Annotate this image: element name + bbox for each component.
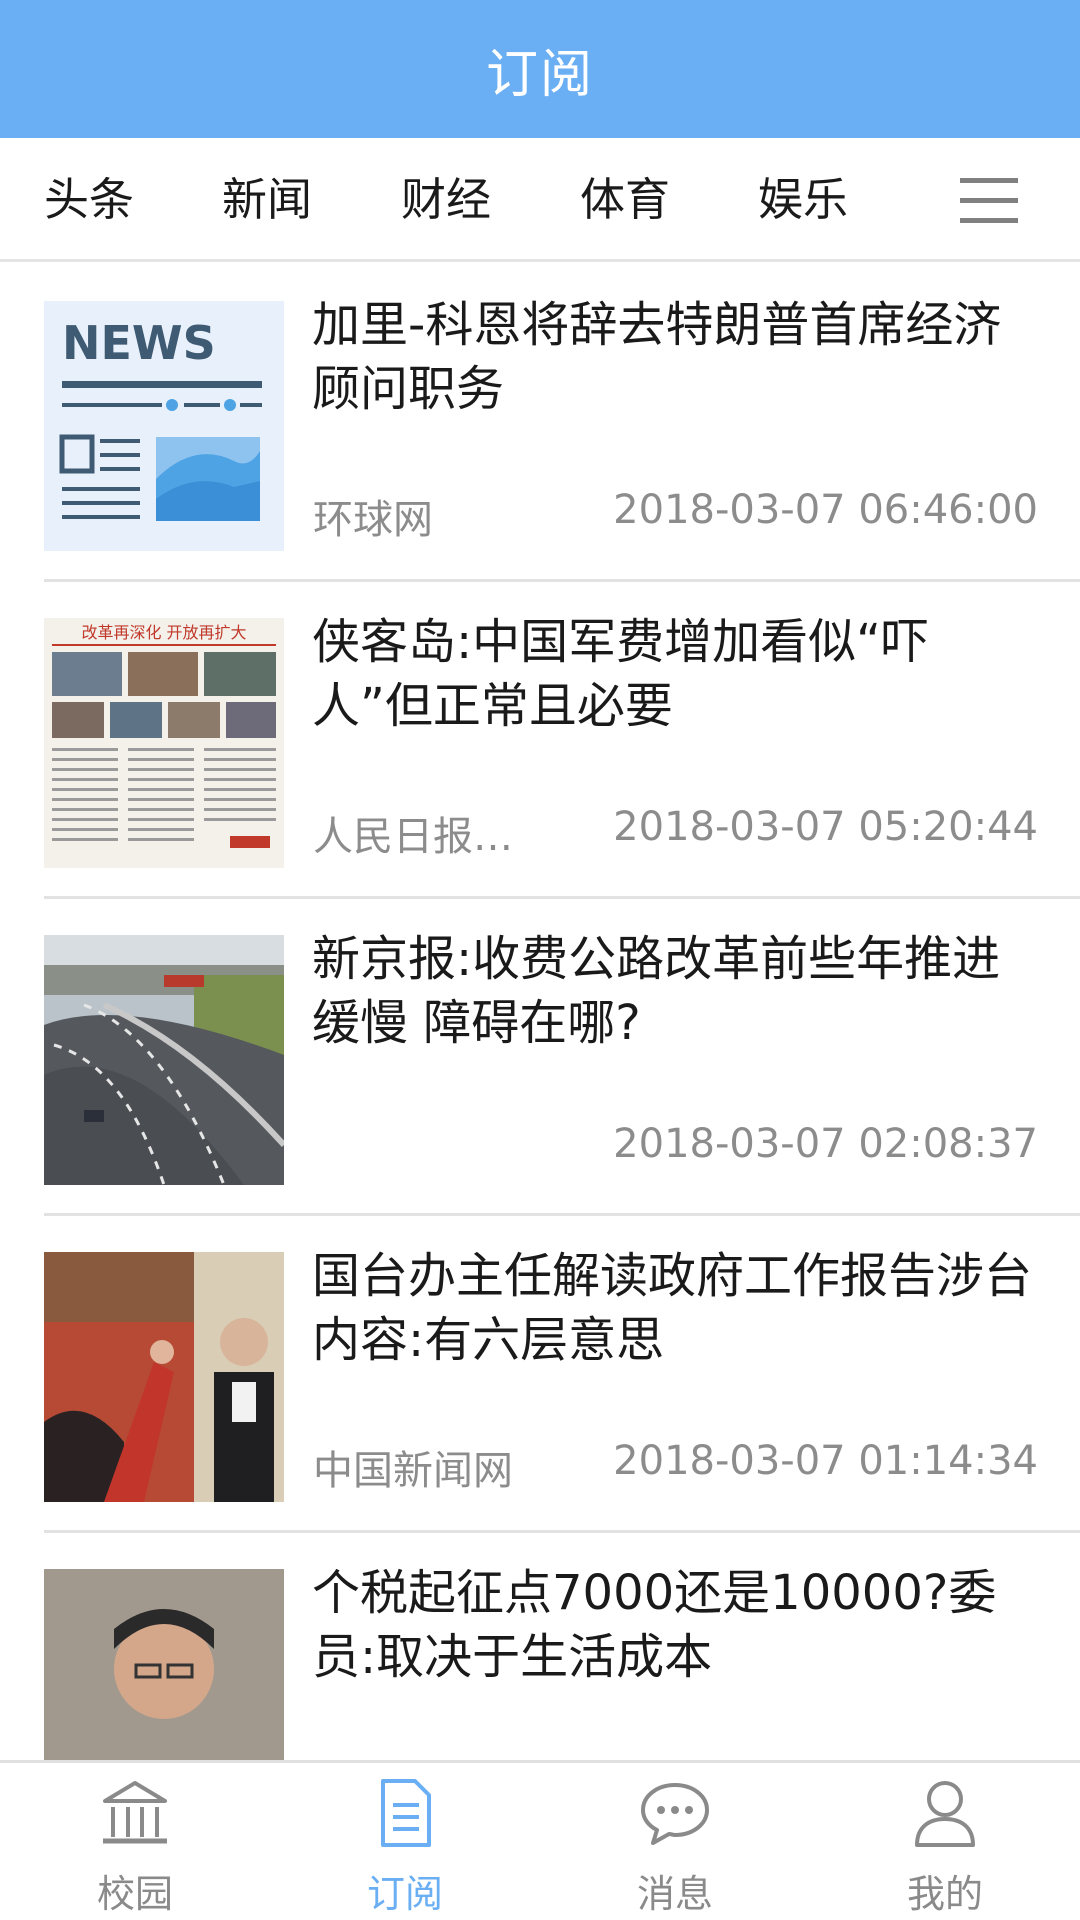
chat-bubble-icon [641,1783,709,1845]
news-title: 侠客岛:中国军费增加看似“吓人”但正常且必要 [312,614,930,734]
news-title: 个税起征点7000还是10000?委员:取决于生活成本 [312,1565,997,1685]
building-icon [103,1781,167,1844]
nav-label: 消息 [636,1872,713,1916]
tab-sports[interactable]: 体育 [580,138,670,262]
news-timestamp: 2018-03-07 05:20:44 [613,804,1038,850]
news-item[interactable]: NEWS 加里-科恩将辞去特朗普首席经济顾问职务 环球网 2018-03-07 … [0,265,1080,582]
nav-subscribe[interactable]: 订阅 [305,1763,505,1920]
news-item[interactable]: 个税起征点7000还是10000?委员:取决于生活成本 [0,1533,1080,1760]
news-timestamp: 2018-03-07 02:08:37 [613,1121,1038,1167]
news-source: 人民日报… [313,814,513,860]
news-thumbnail: NEWS [44,301,284,551]
news-source: 环球网 [313,497,433,543]
news-thumbnail [44,1252,284,1502]
document-icon [381,1779,431,1847]
nav-campus[interactable]: 校园 [35,1763,235,1920]
nav-messages[interactable]: 消息 [575,1763,775,1920]
tab-headlines[interactable]: 头条 [44,138,134,262]
news-title: 新京报:收费公路改革前些年推进缓慢 障碍在哪? [312,931,1001,1051]
user-icon [915,1781,975,1847]
news-item[interactable]: 国台办主任解读政府工作报告涉台内容:有六层意思 中国新闻网 2018-03-07… [0,1216,1080,1533]
menu-icon[interactable] [960,178,1018,224]
news-timestamp: 2018-03-07 06:46:00 [613,487,1038,533]
category-tab-bar: 头条 新闻 财经 体育 娱乐 [0,138,1080,262]
news-title: 加里-科恩将辞去特朗普首席经济顾问职务 [312,297,1002,417]
news-thumbnail [44,935,284,1185]
tab-finance[interactable]: 财经 [401,138,491,262]
tab-entertainment[interactable]: 娱乐 [758,138,848,262]
page-title: 订阅 [485,44,594,105]
news-item[interactable]: 新京报:收费公路改革前些年推进缓慢 障碍在哪? 2018-03-07 02:08… [0,899,1080,1216]
bottom-navigation: 校园 订阅 消息 我的 [0,1760,1080,1920]
news-item[interactable]: 改革再深化 开放再扩大 侠客岛:中国军费增加看似“吓人”但正常且必要 人民日报…… [0,582,1080,899]
news-source: 中国新闻网 [313,1448,513,1494]
nav-label: 校园 [96,1872,173,1916]
news-thumbnail: 改革再深化 开放再扩大 [44,618,284,868]
nav-label: 订阅 [366,1872,443,1916]
news-list: NEWS 加里-科恩将辞去特朗普首席经济顾问职务 环球网 2018-03-07 … [0,265,1080,1760]
app-header: 订阅 [0,0,1080,138]
newspaper-headline: 改革再深化 开放再扩大 [81,623,246,642]
news-title: 国台办主任解读政府工作报告涉台内容:有六层意思 [312,1248,1033,1368]
nav-profile[interactable]: 我的 [845,1763,1045,1920]
news-thumbnail [44,1569,284,1760]
tab-news[interactable]: 新闻 [222,138,312,262]
news-timestamp: 2018-03-07 01:14:34 [613,1438,1038,1484]
nav-label: 我的 [906,1872,983,1916]
news-logo-text: NEWS [62,316,216,370]
